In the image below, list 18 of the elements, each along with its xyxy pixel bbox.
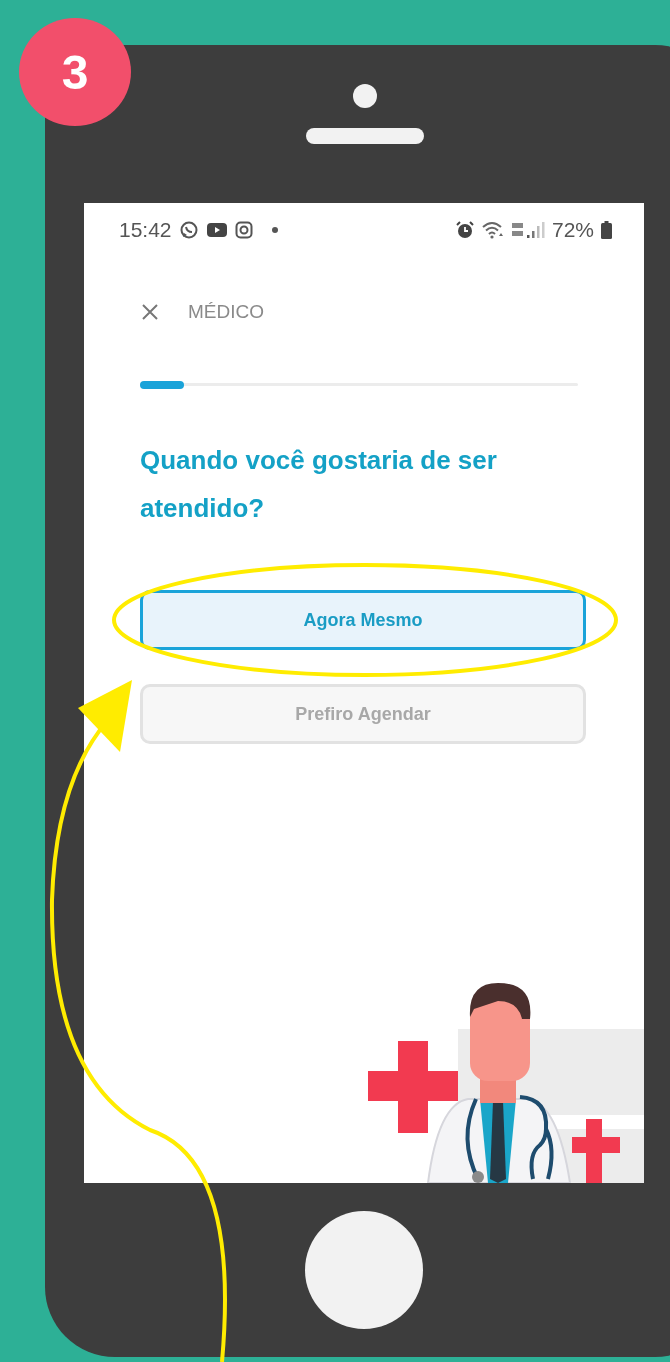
dot-icon (271, 227, 278, 233)
wifi-icon (481, 221, 504, 239)
video-icon (205, 222, 228, 238)
question-text: Quando você gostaria de ser atendido? (140, 444, 498, 525)
option-button[interactable]: Prefiro Agendar (140, 684, 586, 744)
screen-title: MÉDICO (188, 301, 264, 323)
camera-icon (353, 84, 377, 108)
close-icon[interactable] (140, 302, 160, 322)
option-button[interactable]: Agora Mesmo (140, 590, 586, 650)
signal-icon (510, 220, 545, 240)
speaker-icon (306, 128, 424, 144)
camera-app-icon (234, 221, 253, 239)
battery-percentage: 72% (551, 218, 594, 242)
battery-icon (601, 221, 612, 239)
alarm-icon (454, 220, 475, 240)
chat-icon (178, 220, 199, 240)
status-time: 15:42 (119, 218, 172, 242)
step-badge: 3 (19, 18, 131, 126)
